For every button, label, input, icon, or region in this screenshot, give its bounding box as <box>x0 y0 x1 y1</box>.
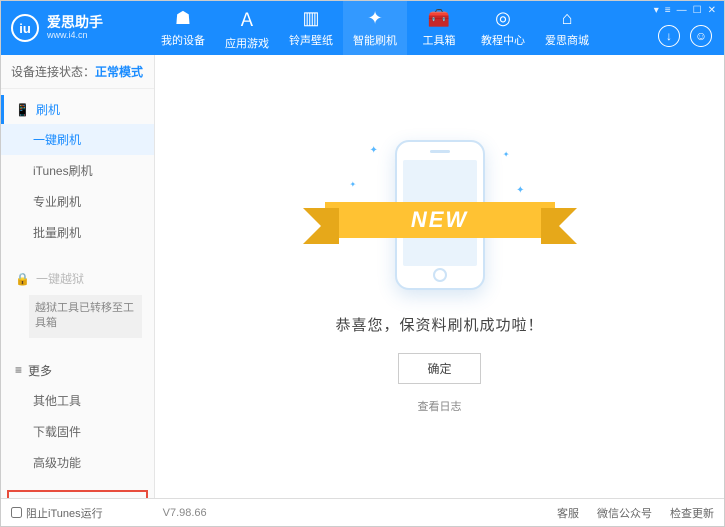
nav-apps-games[interactable]: Ａ 应用游戏 <box>215 1 279 55</box>
nav-label: 智能刷机 <box>353 32 397 48</box>
app-window: iu 爱思助手 www.i4.cn ☗ 我的设备 Ａ 应用游戏 ▥ 铃声壁纸 ✦ 智能刷… <box>0 0 725 527</box>
sidebar: 设备连接状态：正常模式 📱 刷机 一键刷机 iTunes刷机 专业刷机 批量刷机… <box>1 55 155 498</box>
main-content: ✦ ✦ ✦ ✦ NEW 恭喜您，保资料刷机成功啦！ 确定 查看日志 <box>155 55 724 498</box>
sidebar-item-download-firmware[interactable]: 下载固件 <box>1 416 154 447</box>
nav-label: 应用游戏 <box>225 35 269 51</box>
app-url: www.i4.cn <box>47 31 103 41</box>
top-nav: ☗ 我的设备 Ａ 应用游戏 ▥ 铃声壁纸 ✦ 智能刷机 🧰 工具箱 ◎ 教程中心 ⌂ 爱思商城 <box>151 1 599 55</box>
sidebar-item-batch-flash[interactable]: 批量刷机 <box>1 217 154 248</box>
nav-ringtone-wallpaper[interactable]: ▥ 铃声壁纸 <box>279 1 343 55</box>
sidebar-head-label: 刷机 <box>36 101 60 118</box>
sparkle-icon: ✦ <box>516 185 524 196</box>
nav-label: 爱思商城 <box>545 32 589 48</box>
section-flash: 📱 刷机 一键刷机 iTunes刷机 专业刷机 批量刷机 <box>1 89 154 254</box>
sidebar-item-pro-flash[interactable]: 专业刷机 <box>1 186 154 217</box>
titlebar: iu 爱思助手 www.i4.cn ☗ 我的设备 Ａ 应用游戏 ▥ 铃声壁纸 ✦ 智能刷… <box>1 1 724 55</box>
logo-icon: iu <box>11 14 39 42</box>
window-controls: ▾ ≡ — ☐ ✕ <box>654 5 716 16</box>
conn-label: 设备连接状态： <box>11 65 95 79</box>
ribbon: NEW <box>325 198 555 242</box>
sparkle-icon: ✦ <box>503 150 510 159</box>
maximize-icon[interactable]: ☐ <box>693 5 702 16</box>
sidebar-head-jailbreak: 🔒 一键越狱 <box>1 264 154 293</box>
nav-label: 铃声壁纸 <box>289 32 333 48</box>
sidebar-item-advanced[interactable]: 高级功能 <box>1 447 154 478</box>
sparkle-icon: ✦ <box>370 145 378 156</box>
link-check-update[interactable]: 检查更新 <box>670 505 714 521</box>
checkbox-label: 阻止iTunes运行 <box>26 505 103 521</box>
ok-button[interactable]: 确定 <box>398 353 480 384</box>
sidebar-head-label: 一键越狱 <box>36 270 84 287</box>
sidebar-item-itunes-flash[interactable]: iTunes刷机 <box>1 155 154 186</box>
close-icon[interactable]: ✕ <box>708 5 716 16</box>
nav-toolbox[interactable]: 🧰 工具箱 <box>407 1 471 55</box>
nav-label: 教程中心 <box>481 32 525 48</box>
ribbon-text: NEW <box>325 202 555 238</box>
nav-label: 工具箱 <box>423 32 456 48</box>
logo-area: iu 爱思助手 www.i4.cn <box>11 14 151 42</box>
nav-smart-flash[interactable]: ✦ 智能刷机 <box>343 1 407 55</box>
titlebar-right-circles: ↓ ☺ <box>658 25 712 47</box>
apps-icon: Ａ <box>238 6 256 32</box>
list-icon: ≡ <box>15 363 22 377</box>
lock-icon: 🔒 <box>15 272 30 286</box>
highlighted-checkbox-area: 自动激活 跳过向导 <box>7 490 148 498</box>
nav-label: 我的设备 <box>161 32 205 48</box>
sidebar-head-label: 更多 <box>28 362 52 379</box>
app-title: 爱思助手 <box>47 15 103 30</box>
phone-icon: 📱 <box>15 103 30 117</box>
version-text: V7.98.66 <box>163 507 207 519</box>
success-message: 恭喜您，保资料刷机成功啦！ <box>335 314 543 335</box>
menu-icon[interactable]: ≡ <box>665 5 671 16</box>
jailbreak-info: 越狱工具已转移至工具箱 <box>29 295 142 338</box>
section-more: ≡ 更多 其他工具 下载固件 高级功能 <box>1 350 154 484</box>
connection-status: 设备连接状态：正常模式 <box>1 55 154 89</box>
sidebar-item-oneclick-flash[interactable]: 一键刷机 <box>1 124 154 155</box>
flash-icon: ✦ <box>367 8 382 29</box>
checkbox-block-itunes[interactable]: 阻止iTunes运行 <box>11 505 103 521</box>
success-illustration: ✦ ✦ ✦ ✦ NEW <box>340 140 540 300</box>
device-icon: ☗ <box>175 8 191 29</box>
logo-text: 爱思助手 www.i4.cn <box>47 15 103 40</box>
toolbox-icon: 🧰 <box>428 8 450 29</box>
minimize-icon[interactable]: — <box>677 5 687 16</box>
dropdown-icon[interactable]: ▾ <box>654 5 659 16</box>
sidebar-item-other-tools[interactable]: 其他工具 <box>1 385 154 416</box>
sidebar-head-flash[interactable]: 📱 刷机 <box>1 95 154 124</box>
statusbar: 阻止iTunes运行 V7.98.66 客服 微信公众号 检查更新 <box>1 498 724 526</box>
ringtone-icon: ▥ <box>302 8 319 29</box>
nav-store[interactable]: ⌂ 爱思商城 <box>535 1 599 55</box>
sidebar-head-more[interactable]: ≡ 更多 <box>1 356 154 385</box>
download-button[interactable]: ↓ <box>658 25 680 47</box>
nav-tutorial[interactable]: ◎ 教程中心 <box>471 1 535 55</box>
tutorial-icon: ◎ <box>495 8 511 29</box>
view-log-link[interactable]: 查看日志 <box>418 398 462 414</box>
section-jailbreak: 🔒 一键越狱 越狱工具已转移至工具箱 <box>1 258 154 346</box>
sparkle-icon: ✦ <box>350 180 357 189</box>
nav-my-device[interactable]: ☗ 我的设备 <box>151 1 215 55</box>
store-icon: ⌂ <box>562 8 573 29</box>
checkbox-input[interactable] <box>11 507 22 518</box>
link-wechat[interactable]: 微信公众号 <box>597 505 652 521</box>
conn-mode: 正常模式 <box>95 65 143 79</box>
body: 设备连接状态：正常模式 📱 刷机 一键刷机 iTunes刷机 专业刷机 批量刷机… <box>1 55 724 498</box>
link-customer-service[interactable]: 客服 <box>557 505 579 521</box>
user-button[interactable]: ☺ <box>690 25 712 47</box>
